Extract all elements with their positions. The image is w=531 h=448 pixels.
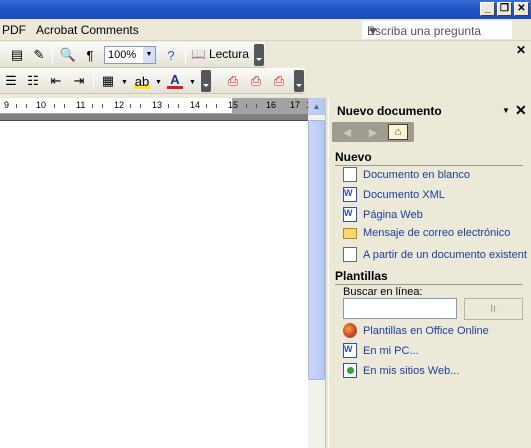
borders-icon[interactable]: ▦ — [100, 73, 116, 89]
menu-pdf[interactable]: PDF — [2, 23, 26, 37]
section-title-nuevo: Nuevo — [335, 150, 523, 166]
task-pane-header: Nuevo documento ▼ ✕ — [329, 102, 531, 120]
formatting-toolbar: ☰ ☷ ⇤ ⇥ ▦ ▼ ab ▼ A ▼ ⎙ ⎙ ⎙ — [0, 68, 305, 94]
vertical-scrollbar[interactable]: ▲ — [308, 98, 325, 448]
document-map-icon[interactable]: 🔍 — [60, 47, 76, 63]
forward-arrow-icon[interactable]: ▶ — [362, 124, 384, 140]
ruler-number: 10 — [36, 100, 47, 110]
task-pane: Nuevo documento ▼ ✕ ◀ ▶ ⌂ Nuevo Document… — [328, 98, 531, 448]
close-document-icon[interactable]: ✕ — [516, 43, 526, 57]
highlight-icon[interactable]: ab — [134, 73, 150, 89]
go-button[interactable]: Ir — [464, 298, 523, 320]
font-color-dropdown-icon[interactable]: ▼ — [189, 79, 196, 86]
ruler-number: 14 — [190, 100, 201, 110]
search-online-label: Buscar en línea: — [343, 286, 423, 298]
email-icon — [343, 227, 357, 239]
link-existing-document[interactable]: A partir de un documento existent — [343, 247, 527, 262]
link-label: Plantillas en Office Online — [363, 324, 489, 337]
ruler-number: 15 — [228, 100, 239, 110]
link-blank-document[interactable]: Documento en blanco — [343, 167, 470, 182]
link-office-online-templates[interactable]: Plantillas en Office Online — [343, 323, 489, 338]
font-color-icon[interactable]: A — [167, 72, 183, 89]
home-icon[interactable]: ⌂ — [388, 124, 408, 140]
borders-dropdown-icon[interactable]: ▼ — [121, 79, 128, 86]
columns-icon[interactable]: ▤ — [9, 47, 25, 63]
ruler-number: 17 — [290, 100, 301, 110]
pdf-create-icon[interactable]: ⎙ — [225, 73, 241, 89]
reading-layout-button[interactable]: 📖 Lectura — [191, 47, 249, 61]
bulleted-list-icon[interactable]: ☷ — [25, 73, 41, 89]
ruler-number: 9 — [4, 100, 10, 110]
existing-document-icon — [343, 247, 357, 262]
task-pane-menu-icon[interactable]: ▼ — [502, 106, 510, 115]
book-icon: 📖 — [191, 47, 206, 61]
document-page[interactable] — [0, 120, 308, 448]
window-controls: _ ❐ ✕ — [480, 2, 529, 16]
drawing-icon[interactable]: ✎ — [31, 47, 47, 63]
toolbar-options-grip[interactable] — [201, 70, 211, 92]
my-pc-icon — [343, 343, 357, 358]
reading-label: Lectura — [208, 47, 249, 61]
standard-toolbar: ▤ ✎ 🔍 ¶ 100% ▼ ? 📖 Lectura — [0, 42, 265, 68]
pdf-email-icon[interactable]: ⎙ — [248, 73, 264, 89]
zoom-select[interactable]: 100% ▼ — [104, 46, 156, 64]
back-arrow-icon[interactable]: ◀ — [336, 124, 358, 140]
link-web-page[interactable]: Página Web — [343, 207, 423, 222]
link-label: Página Web — [363, 208, 423, 221]
toolbar-options-grip[interactable] — [254, 44, 264, 66]
office-online-icon — [343, 323, 357, 338]
scroll-up-button[interactable]: ▲ — [308, 98, 325, 115]
menu-acrobat-comments[interactable]: Acrobat Comments — [36, 23, 139, 37]
ask-question-box[interactable]: Escriba una pregunta ▼ — [362, 21, 512, 39]
toolbar-options-grip[interactable] — [294, 70, 304, 92]
link-email-message[interactable]: Mensaje de correo electrónico — [343, 227, 510, 239]
web-page-icon — [343, 207, 357, 222]
task-pane-title: Nuevo documento — [337, 104, 442, 118]
task-pane-navigation: ◀ ▶ ⌂ — [332, 122, 414, 142]
link-my-pc[interactable]: En mi PC... — [343, 343, 419, 358]
chevron-down-icon[interactable]: ▼ — [143, 47, 155, 63]
decrease-indent-icon[interactable]: ⇤ — [48, 73, 64, 89]
zoom-value: 100% — [108, 49, 137, 61]
link-label: En mis sitios Web... — [363, 364, 460, 377]
scroll-thumb[interactable] — [308, 120, 325, 380]
title-bar: _ ❐ ✕ — [0, 0, 531, 19]
horizontal-ruler[interactable]: 9 10 11 12 13 14 15 16 17 18 — [0, 98, 320, 114]
numbered-list-icon[interactable]: ☰ — [3, 73, 19, 89]
link-label: En mi PC... — [363, 344, 419, 357]
highlight-dropdown-icon[interactable]: ▼ — [155, 79, 162, 86]
restore-button[interactable]: ❐ — [497, 2, 512, 16]
ruler-number: 13 — [152, 100, 163, 110]
xml-document-icon — [343, 187, 357, 202]
ruler-number: 11 — [76, 100, 86, 110]
increase-indent-icon[interactable]: ⇥ — [71, 73, 87, 89]
pdf-review-icon[interactable]: ⎙ — [271, 73, 287, 89]
link-label: A partir de un documento existent — [363, 248, 527, 261]
minimize-button[interactable]: _ — [480, 2, 495, 16]
paragraph-marks-icon[interactable]: ¶ — [82, 47, 98, 63]
link-xml-document[interactable]: Documento XML — [343, 187, 445, 202]
ruler-number: 16 — [266, 100, 277, 110]
search-online-input[interactable] — [343, 298, 457, 319]
link-my-web-sites[interactable]: En mis sitios Web... — [343, 363, 459, 378]
close-window-button[interactable]: ✕ — [514, 2, 529, 16]
ruler-number: 12 — [114, 100, 125, 110]
link-label: Documento en blanco — [363, 168, 471, 181]
section-title-plantillas: Plantillas — [335, 269, 523, 285]
help-icon[interactable]: ? — [163, 47, 179, 63]
link-label: Documento XML — [363, 188, 445, 201]
web-sites-icon — [343, 363, 357, 378]
blank-document-icon — [343, 167, 357, 182]
link-label: Mensaje de correo electrónico — [363, 227, 511, 239]
task-pane-close-icon[interactable]: ✕ — [515, 102, 527, 119]
ask-dropdown-icon[interactable]: ▼ — [367, 24, 509, 38]
